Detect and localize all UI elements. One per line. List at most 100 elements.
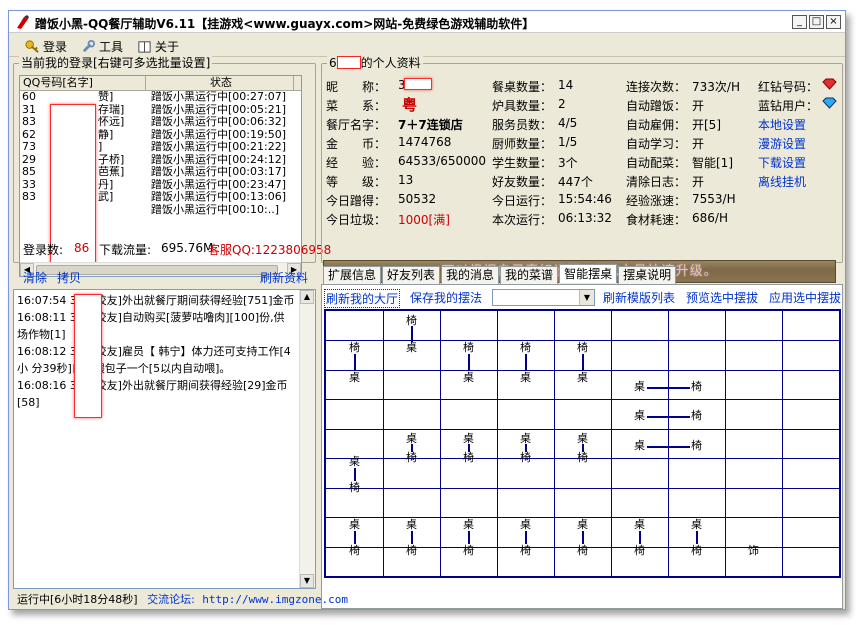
level-value: 13 [398, 173, 414, 187]
local-settings-link[interactable]: 本地设置 [758, 116, 806, 133]
support-qq: 客服QQ:1223806958 [208, 243, 332, 257]
table-tile[interactable]: 桌 [349, 372, 360, 384]
log-textarea[interactable]: 16:07:54 3 ：[校友]外出就餐厅期间获得经验[751]金币 16:08… [13, 289, 316, 589]
chair-tile[interactable]: 椅 [349, 482, 360, 494]
log-line: 16:08:11 3 ：[校友]自动购买[菠萝咕噜肉][100]份,供 场作物[… [17, 311, 285, 341]
forum-url-link[interactable]: http://www.imgzone.com [202, 593, 348, 606]
students-value: 3个 [558, 156, 578, 170]
chair-tile[interactable]: 椅 [520, 545, 531, 557]
table-tile[interactable]: 桌 [634, 440, 645, 452]
column-header-status[interactable]: 状态 [146, 76, 294, 90]
preview-layout-link[interactable]: 预览选中摆拔 [686, 289, 758, 306]
table-chair-link [468, 444, 470, 453]
main-window: 蹭饭小黑-QQ餐厅辅助V6.11【挂游戏<www.guayx.com>网站-免费… [8, 10, 846, 610]
chair-tile[interactable]: 椅 [691, 545, 702, 557]
decoration-tile[interactable]: 饰 [748, 545, 759, 557]
table-tile[interactable]: 桌 [349, 519, 360, 531]
forum-label[interactable]: 交流论坛: [147, 593, 195, 606]
column-header-qq[interactable]: QQ号码[名字] [20, 76, 146, 90]
tab-messages[interactable]: 我的消息 [441, 266, 500, 284]
gold-value: 1474768 [398, 135, 452, 149]
table-tile[interactable]: 桌 [520, 519, 531, 531]
chair-tile[interactable]: 椅 [577, 452, 588, 464]
table-tile[interactable]: 桌 [463, 519, 474, 531]
profile-group: 6 的个人资料 昵 称： 3 菜 系： 粤 餐厅名字： 7＋7连锁店 金 币： … [321, 56, 843, 283]
template-select[interactable]: ▼ [492, 289, 595, 306]
row-qq: 85 [22, 166, 36, 178]
today-trash-label: 今日垃圾： [326, 213, 387, 227]
table-tile[interactable]: 桌 [349, 456, 360, 468]
table-tile[interactable]: 桌 [406, 519, 417, 531]
chair-tile[interactable]: 椅 [520, 452, 531, 464]
chair-tile[interactable]: 椅 [349, 545, 360, 557]
chair-tile[interactable]: 椅 [577, 342, 588, 354]
scroll-up-button[interactable]: ▲ [300, 290, 314, 304]
exp-value: 64533/650000 [398, 154, 487, 168]
tab-friends[interactable]: 好友列表 [382, 266, 441, 284]
table-chair-link [647, 387, 690, 389]
profile-group-title: 6 的个人资料 [327, 56, 423, 70]
apply-layout-link[interactable]: 应用选中摆拔 [769, 289, 841, 306]
chair-tile[interactable]: 椅 [577, 545, 588, 557]
grid-line [668, 311, 669, 576]
tab-strip: 扩展信息 好友列表 我的消息 我的菜谱 智能摆桌 摆桌说明 [323, 264, 677, 284]
waiters-value: 4/5 [558, 116, 578, 130]
row-status: 蹭饭小黑运行中[00:05:21] [151, 103, 286, 116]
menu-login[interactable]: 登录 [25, 38, 67, 55]
table-tile[interactable]: 桌 [634, 519, 645, 531]
download-settings-link[interactable]: 下载设置 [758, 154, 806, 171]
roaming-settings-link[interactable]: 漫游设置 [758, 135, 806, 152]
exp-rate-label: 经验涨速： [626, 194, 687, 208]
table-row[interactable]: 60 赞] 蹭饭小黑运行中[00:27:07] [20, 91, 301, 104]
row-name: 赞] [98, 91, 114, 103]
table-tile[interactable]: 桌 [577, 519, 588, 531]
chair-tile[interactable]: 椅 [520, 342, 531, 354]
chair-tile[interactable]: 椅 [406, 452, 417, 464]
table-tile[interactable]: 桌 [463, 372, 474, 384]
chair-tile[interactable]: 椅 [691, 440, 702, 452]
table-tile[interactable]: 桌 [691, 519, 702, 531]
download-value: 695.76M [161, 241, 214, 255]
today-run-value: 15:54:46 [558, 192, 612, 206]
chevron-down-icon[interactable]: ▼ [579, 290, 594, 305]
offline-hang-link[interactable]: 离线挂机 [758, 173, 806, 190]
table-tile[interactable]: 桌 [634, 381, 645, 393]
scroll-down-button[interactable]: ▼ [300, 574, 314, 588]
table-chair-link [582, 354, 584, 372]
grid-line [554, 311, 555, 576]
restaurant-board[interactable]: 椅桌椅桌椅桌椅桌椅桌桌椅桌椅桌椅桌椅桌椅桌椅桌椅桌椅桌椅桌椅桌椅桌椅桌椅桌椅桌椅… [324, 309, 841, 578]
menu-tools[interactable]: 工具 [81, 38, 123, 55]
chair-tile[interactable]: 椅 [634, 545, 645, 557]
chair-tile[interactable]: 椅 [463, 452, 474, 464]
chair-tile[interactable]: 椅 [349, 342, 360, 354]
chair-tile[interactable]: 椅 [406, 545, 417, 557]
tab-extended-info[interactable]: 扩展信息 [323, 266, 382, 284]
minimize-button[interactable]: _ [792, 15, 807, 29]
blue-diamond-icon [822, 97, 837, 109]
tab-recipes[interactable]: 我的菜谱 [500, 266, 559, 284]
table-chair-link [354, 531, 356, 545]
table-tile[interactable]: 桌 [406, 342, 417, 354]
chair-tile[interactable]: 椅 [691, 410, 702, 422]
chair-tile[interactable]: 椅 [463, 342, 474, 354]
refresh-profile-link[interactable]: 刷新资料 [260, 269, 308, 286]
tab-layout-help[interactable]: 摆桌说明 [618, 266, 677, 284]
table-tile[interactable]: 桌 [577, 372, 588, 384]
copy-log-link[interactable]: 拷贝 [57, 269, 81, 286]
vertical-scrollbar[interactable]: ▲ ▼ [299, 290, 315, 588]
table-tile[interactable]: 桌 [634, 410, 645, 422]
save-layout-link[interactable]: 保存我的摆法 [410, 289, 482, 306]
tab-smart-layout[interactable]: 智能摆桌 [559, 264, 618, 283]
chair-tile[interactable]: 椅 [463, 545, 474, 557]
refresh-templates-link[interactable]: 刷新模版列表 [603, 289, 675, 306]
chair-tile[interactable]: 椅 [691, 381, 702, 393]
maximize-button[interactable]: □ [809, 15, 824, 29]
close-button[interactable]: × [826, 15, 841, 29]
cuisine-value: 粤 [402, 96, 418, 114]
today-gain-label: 今日蹭得： [326, 194, 387, 208]
menu-about[interactable]: 关于 [137, 38, 179, 55]
table-tile[interactable]: 桌 [520, 372, 531, 384]
clear-log-link[interactable]: 清除 [23, 269, 47, 286]
refresh-hall-link[interactable]: 刷新我的大厅 [324, 289, 401, 308]
red-diamond-label: 红钻号码： [758, 80, 819, 94]
